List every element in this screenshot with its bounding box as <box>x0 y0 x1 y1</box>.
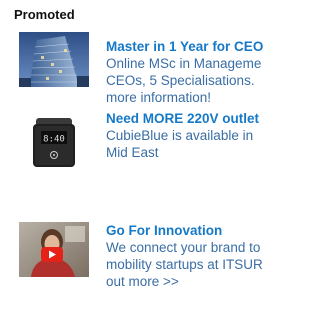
office-building-photo[interactable] <box>19 32 89 87</box>
ad-title-link[interactable]: Master in 1 Year for CEO <box>106 38 263 55</box>
ad-description-line: Online MSc in Manageme <box>106 56 262 71</box>
promoted-ad-item[interactable]: Master in 1 Year for CEO Online MSc in M… <box>0 30 304 108</box>
ad-description-line: CEOs, 5 Specialisations. <box>106 73 255 88</box>
ad-description: We connect your brand to mobility startu… <box>106 239 263 290</box>
ad-title-link[interactable]: Need MORE 220V outlet <box>106 110 259 127</box>
svg-text:8:40: 8:40 <box>43 135 65 145</box>
promoted-ad-item[interactable]: Go For Innovation We connect your brand … <box>0 208 304 315</box>
cube-clock-speaker-photo[interactable]: 8:40 <box>19 115 89 170</box>
ad-description-line: mobility startups at ITSUR <box>106 257 263 272</box>
ad-description-line: out more >> <box>106 274 179 289</box>
promoted-ad-item[interactable]: 8:40 Need MORE 220V outlet CubieBlue is … <box>0 108 304 208</box>
ad-title-link[interactable]: Go For Innovation <box>106 222 222 239</box>
ad-description: CubieBlue is available in Mid East <box>106 127 253 161</box>
promoted-widget: Promoted Master in 1 Year for CEO Online… <box>0 0 304 315</box>
promoted-heading: Promoted <box>14 7 75 22</box>
ad-description-line: more information! <box>106 90 212 105</box>
ad-description-line: CubieBlue is available in <box>106 128 254 143</box>
ad-description-line: Mid East <box>106 145 159 160</box>
ad-description-line: We connect your brand to <box>106 240 261 255</box>
ad-description: Online MSc in Manageme CEOs, 5 Specialis… <box>106 55 261 106</box>
video-play-thumbnail[interactable] <box>19 222 89 277</box>
